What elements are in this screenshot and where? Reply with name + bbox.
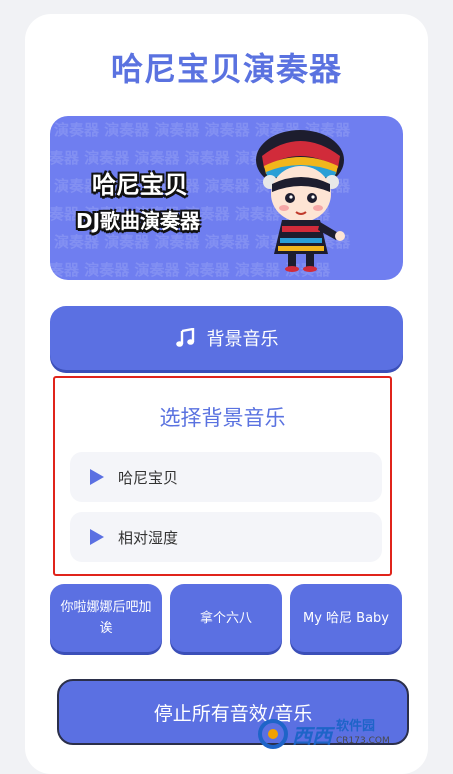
sound-button-2[interactable]: 拿个六八: [170, 584, 282, 652]
background-music-label: 背景音乐: [206, 329, 279, 350]
watermark-main: 西西: [292, 723, 332, 748]
track-item-hani-baby[interactable]: 哈尼宝贝: [70, 452, 382, 502]
track-label: 相对湿度: [118, 528, 179, 547]
background-music-button[interactable]: 背景音乐: [50, 306, 403, 370]
app-title: 哈尼宝贝演奏器: [110, 50, 342, 88]
sound-button-1[interactable]: 你啦娜娜后吧加诶: [50, 584, 162, 652]
background-music-panel: 选择背景音乐 哈尼宝贝 相对湿度: [53, 376, 392, 576]
sound-button-3[interactable]: My 哈尼 Baby: [290, 584, 402, 652]
watermark: 西西 软件园 CR173.COM: [258, 715, 436, 753]
panel-title: 选择背景音乐: [159, 406, 286, 430]
track-item-relative-humidity[interactable]: 相对湿度: [70, 512, 382, 562]
watermark-url: CR173.COM: [336, 736, 390, 746]
play-icon: [90, 529, 104, 545]
watermark-sub: 软件园: [336, 719, 376, 734]
banner-subtitle: DJ歌曲演奏器: [76, 209, 201, 233]
music-note-icon: [175, 328, 194, 347]
track-label: 哈尼宝贝: [118, 468, 179, 487]
play-icon: [90, 469, 104, 485]
watermark-logo-icon: [258, 719, 288, 749]
mascot-icon: [256, 130, 345, 272]
banner-title: 哈尼宝贝: [92, 171, 188, 199]
